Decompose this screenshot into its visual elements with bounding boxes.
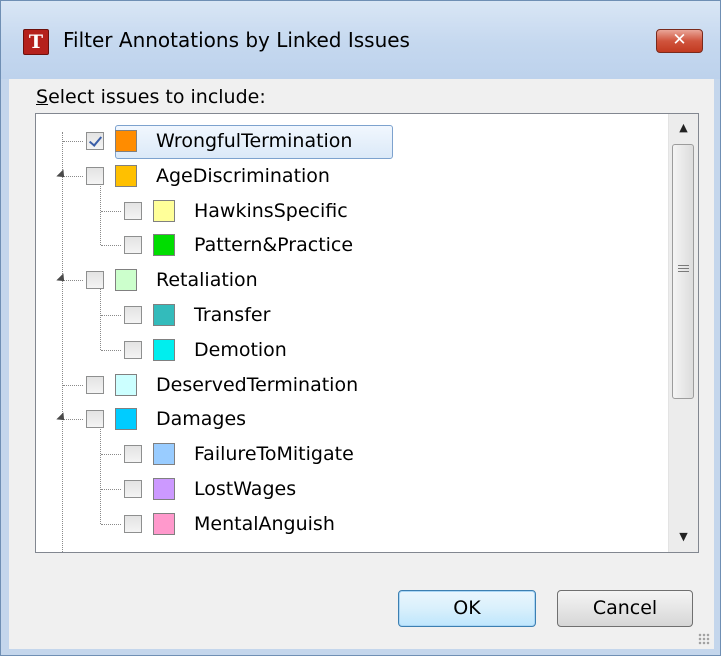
tree-item[interactable]: FailureToMitigate [36,442,666,476]
include-checkbox[interactable] [124,480,142,498]
tree-branch-line [63,175,83,177]
issues-tree-list[interactable]: WrongfulTermination AgeDiscrimination Hawk… [35,113,699,553]
issue-label: WrongfulTermination [156,130,353,152]
include-checkbox[interactable] [124,514,142,533]
issue-label: Demotion [194,338,287,361]
issue-label: HawkinsSpecific [194,199,348,222]
tree-item[interactable]: Damages [36,407,666,441]
tree-branch-line [101,454,121,456]
issue-label: Retaliation [156,269,258,292]
include-checkbox[interactable] [86,271,104,290]
thumb-grip-icon [678,265,689,272]
filter-dialog: T Filter Annotations by Linked Issues ✕ … [0,0,721,656]
issue-color-swatch [153,478,175,500]
issues-tree: WrongfulTermination AgeDiscrimination Hawk… [36,114,668,552]
include-checkbox[interactable] [124,236,142,255]
cancel-button[interactable]: Cancel [557,590,693,627]
tree-branch-line [101,210,121,212]
issue-color-swatch [153,304,175,326]
issue-color-swatch [153,199,175,222]
issue-color-swatch [115,408,137,431]
tree-item[interactable]: HawkinsSpecific [36,199,666,233]
include-checkbox[interactable] [124,201,142,220]
scroll-up-icon[interactable]: ▲ [669,114,698,142]
mnemonic-letter: S [36,86,49,108]
include-checkbox[interactable] [124,445,142,464]
tree-item[interactable]: Demotion [36,338,666,372]
tree-branch-line [101,315,121,316]
expand-collapse-icon[interactable] [56,169,68,181]
include-checkbox[interactable] [86,166,104,185]
tree-branch-line [63,419,83,421]
issue-color-swatch [115,269,137,292]
tree-branch-line [63,384,83,386]
label-text: elect issues to include: [48,86,266,108]
app-logo-icon: T [23,29,49,55]
tree-branch-line [101,489,121,490]
title-bar[interactable]: T Filter Annotations by Linked Issues ✕ [1,1,720,79]
include-checkbox[interactable] [86,410,104,429]
scroll-down-icon[interactable]: ▼ [669,523,698,551]
include-checkbox[interactable] [86,132,104,150]
issue-label: FailureToMitigate [194,443,354,466]
tree-item[interactable]: WrongfulTermination [36,125,666,163]
vertical-scrollbar[interactable]: ▲ ▼ [668,114,698,552]
tree-item[interactable]: LostWages [36,477,666,511]
include-checkbox[interactable] [86,375,104,394]
issue-color-swatch [115,130,137,152]
tree-item[interactable]: DeservedTermination [36,373,666,407]
issue-color-swatch [115,164,137,187]
close-button[interactable]: ✕ [656,29,703,53]
issue-label: Pattern&Practice [194,234,354,257]
issue-label: Transfer [194,304,271,326]
tree-branch-line [101,523,121,525]
issues-list-label: Select issues to include: [36,86,266,108]
include-checkbox[interactable] [124,340,142,359]
issue-color-swatch [153,443,175,466]
issue-label: AgeDiscrimination [156,164,330,187]
tree-branch-line [63,141,83,142]
tree-branch-line [101,245,121,247]
issue-label: MentalAnguish [194,512,335,535]
issue-color-swatch [153,512,175,535]
expand-collapse-icon[interactable] [56,273,68,285]
tree-item[interactable]: Transfer [36,303,666,337]
issue-label: DeservedTermination [156,373,359,396]
issue-color-swatch [153,234,175,257]
resize-grip-icon[interactable] [698,633,710,645]
tree-item[interactable]: AgeDiscrimination [36,164,666,198]
tree-item[interactable]: MentalAnguish [36,512,666,546]
ok-button[interactable]: OK [398,590,536,627]
include-checkbox[interactable] [124,306,142,324]
tree-branch-line [63,280,83,282]
issue-label: Damages [156,408,247,431]
issue-color-swatch [115,373,137,396]
tree-item[interactable]: Pattern&Practice [36,233,666,267]
tree-item[interactable]: Retaliation [36,268,666,302]
scroll-thumb[interactable] [672,144,694,399]
dialog-body: Select issues to include: WrongfulTermin… [9,79,714,649]
expand-collapse-icon[interactable] [56,412,68,425]
dialog-title: Filter Annotations by Linked Issues [63,28,410,52]
issue-color-swatch [153,338,175,361]
issue-label: LostWages [194,478,297,500]
tree-branch-line [101,349,121,351]
